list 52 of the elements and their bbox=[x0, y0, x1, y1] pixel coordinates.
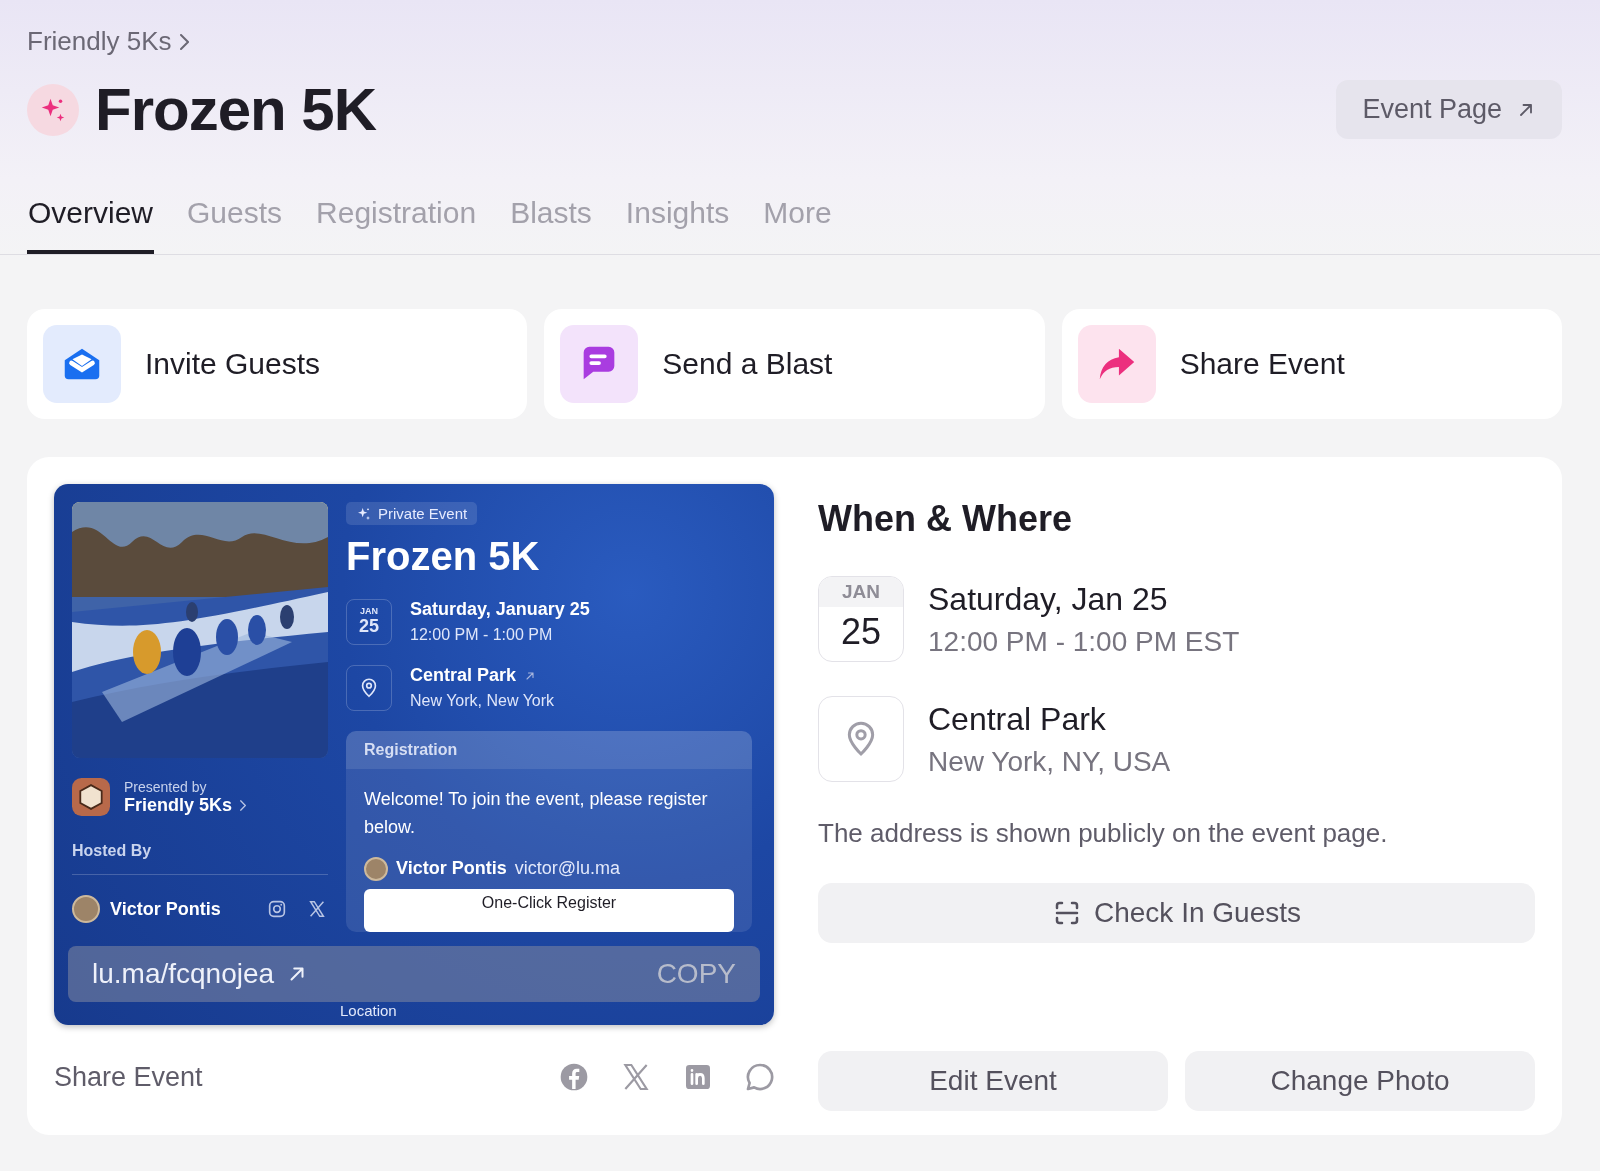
user-name: Victor Pontis bbox=[396, 858, 507, 879]
action-button[interactable]: Change Photo bbox=[1185, 1051, 1535, 1111]
action-button[interactable]: Edit Event bbox=[818, 1051, 1168, 1111]
action-card[interactable]: Share Event bbox=[1061, 309, 1562, 419]
breadcrumb-link[interactable]: Friendly 5Ks bbox=[27, 26, 172, 57]
register-button[interactable]: One-Click Register bbox=[364, 888, 734, 932]
location-pin-icon bbox=[346, 664, 392, 711]
hosted-by-label: Hosted By bbox=[72, 842, 328, 875]
external-arrow-icon bbox=[524, 669, 537, 682]
section-heading: When & Where bbox=[818, 498, 1073, 540]
tab[interactable]: Overview bbox=[27, 190, 155, 254]
place-name: Central Park bbox=[928, 700, 1107, 738]
facebook-icon[interactable] bbox=[558, 1061, 590, 1093]
calendar-date: JAN 25 bbox=[818, 576, 904, 662]
logo-icon bbox=[72, 778, 110, 816]
event-title: Frozen 5K bbox=[95, 75, 377, 144]
action-label: Share Event bbox=[1179, 347, 1345, 381]
event-date: Saturday, Jan 25 bbox=[928, 580, 1169, 618]
instagram-icon bbox=[266, 898, 288, 920]
event-page-button[interactable]: Event Page bbox=[1336, 80, 1562, 139]
event-time: 12:00 PM - 1:00 PM EST bbox=[928, 625, 1240, 658]
presented-by-label: Presented by bbox=[124, 778, 208, 795]
place-link[interactable]: Central Park bbox=[410, 665, 517, 686]
address: New York, NY, USA bbox=[928, 745, 1171, 778]
host-name: Victor Pontis bbox=[110, 898, 222, 920]
avatar bbox=[364, 856, 388, 881]
location-label: Location bbox=[340, 1002, 397, 1019]
user-email: victor@lu.ma bbox=[514, 858, 620, 879]
sparkle-icon bbox=[356, 505, 372, 522]
preview-title: Frozen 5K bbox=[346, 533, 541, 579]
event-date: Saturday, January 25 bbox=[410, 599, 590, 620]
sparkle-icon bbox=[27, 83, 79, 136]
presenter-name[interactable]: Friendly 5Ks bbox=[124, 794, 233, 816]
registration-heading: Registration bbox=[346, 730, 752, 769]
action-label: Send a Blast bbox=[662, 347, 833, 381]
action-card[interactable]: Invite Guests bbox=[27, 309, 528, 419]
action-label: Invite Guests bbox=[145, 347, 321, 381]
location-pin-icon bbox=[818, 696, 904, 782]
event-time: 12:00 PM - 1:00 PM bbox=[410, 626, 554, 644]
chevron-right-icon bbox=[240, 799, 247, 811]
event-link[interactable]: lu.ma/fcqnojea bbox=[92, 958, 275, 990]
calendar-date: JAN 25 bbox=[346, 598, 392, 645]
share-label: Share Event bbox=[54, 1061, 203, 1093]
address-note: The address is shown publicly on the event page. bbox=[818, 818, 1389, 849]
avatar bbox=[72, 895, 100, 923]
chat-bubble-icon[interactable] bbox=[744, 1061, 776, 1093]
action-card[interactable]: Send a Blast bbox=[544, 309, 1045, 419]
registration-message: Welcome! To join the event, please register below. bbox=[364, 787, 709, 839]
check-in-button[interactable]: Check In Guests bbox=[818, 883, 1535, 943]
city: New York, New York bbox=[410, 692, 555, 710]
private-event-badge: Private Event bbox=[346, 502, 478, 525]
chevron-right-icon bbox=[179, 33, 189, 50]
